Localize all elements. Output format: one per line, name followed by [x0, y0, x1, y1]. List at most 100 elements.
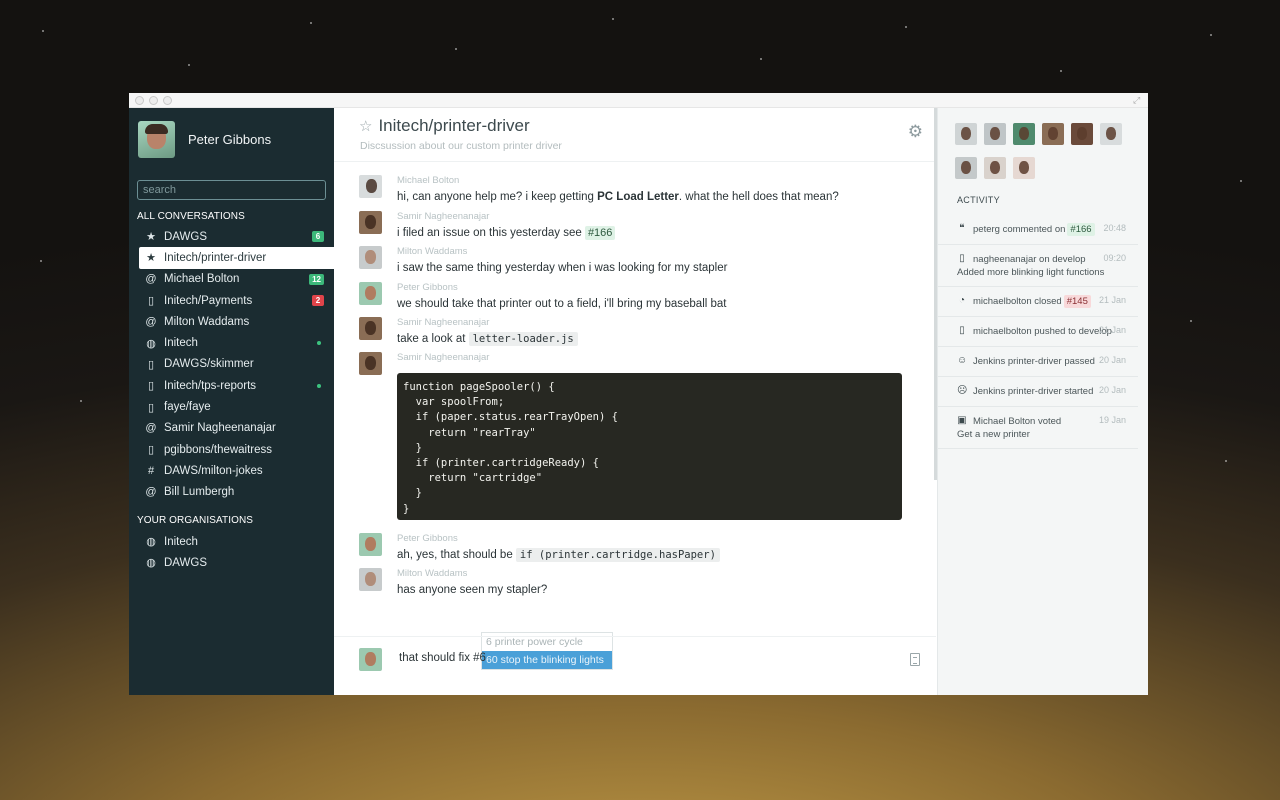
sidebar-item-label: Initech/printer-driver	[164, 251, 267, 264]
message-author[interactable]: Milton Waddams	[397, 246, 727, 258]
message-author[interactable]: Milton Waddams	[397, 568, 547, 580]
activity-text: michaelbolton closed	[973, 295, 1062, 307]
message-body: Peter Gibbons ah, yes, that should be if …	[397, 533, 720, 562]
title-bar: ⤢	[129, 93, 1148, 108]
sidebar-item-samir-nagheenanajar[interactable]: @ Samir Nagheenanajar	[129, 418, 334, 439]
message-avatar[interactable]	[359, 568, 382, 591]
activity-item[interactable]: ◔ michaelbolton closed #145 21 Jan	[938, 287, 1138, 317]
message-body: Samir Nagheenanajar i filed an issue on t…	[397, 211, 616, 240]
hash-icon: #	[147, 464, 155, 477]
user-profile[interactable]: Peter Gibbons	[129, 108, 334, 162]
issue-link[interactable]: #145	[1063, 294, 1091, 308]
message-avatar[interactable]	[359, 246, 382, 269]
member-avatar[interactable]	[1042, 123, 1064, 145]
sidebar-item-label: DAWGS/skimmer	[164, 358, 254, 371]
message-author[interactable]: Peter Gibbons	[397, 533, 720, 545]
sidebar-item-initech[interactable]: ◍ Initech	[129, 531, 334, 552]
member-avatar[interactable]	[984, 156, 1006, 179]
favorite-star-icon[interactable]: ☆	[359, 117, 372, 135]
message-author[interactable]: Michael Bolton	[397, 175, 839, 187]
sidebar-item-initech-printer-driver[interactable]: ★ Initech/printer-driver	[139, 247, 334, 269]
sidebar-item-daws-milton-jokes[interactable]: # DAWS/milton-jokes	[129, 460, 334, 481]
member-avatar[interactable]	[1100, 123, 1122, 145]
message-text-part: . what the hell does that mean?	[678, 191, 839, 203]
message-avatar[interactable]	[359, 352, 382, 375]
sidebar-item-pgibbons-thewaitress[interactable]: ▯ pgibbons/thewaitress	[129, 439, 334, 460]
message-author[interactable]: Samir Nagheenanajar	[397, 211, 615, 223]
member-avatar[interactable]	[984, 123, 1006, 145]
message: Samir Nagheenanajar take a look at letter…	[359, 317, 919, 346]
code-line: }	[403, 487, 422, 500]
issue-link[interactable]: #166	[1067, 222, 1095, 236]
message-avatar[interactable]	[359, 211, 382, 234]
message-body: Milton Waddams has anyone seen my stapler…	[397, 568, 547, 597]
message: Milton Waddams i saw the same thing yeste…	[359, 246, 919, 275]
code-line: if (printer.cartridgeReady) {	[403, 457, 599, 470]
issue-link[interactable]: #166	[584, 226, 616, 240]
sidebar-item-dawgs[interactable]: ★ DAWGS 6	[129, 226, 334, 247]
activity-text: Jenkins printer-driver passed	[973, 355, 1095, 367]
activity-item[interactable]: ❝ peterg commented on #166 20:48	[938, 215, 1138, 245]
markdown-doc-icon[interactable]	[910, 653, 920, 666]
activity-text: Michael Bolton voted	[973, 415, 1062, 427]
settings-gear-icon[interactable]: ⚙	[908, 122, 923, 142]
activity-item[interactable]: ▣ Michael Bolton voted Get a new printer 19…	[938, 407, 1138, 449]
message-author[interactable]: Samir Nagheenanajar	[397, 352, 902, 364]
sidebar-item-initech-tps-reports[interactable]: ▯ Initech/tps-reports	[129, 375, 334, 396]
activity-item[interactable]: ▯ nagheenanajar on develop Added more blin…	[938, 245, 1138, 287]
sidebar-item-faye-faye[interactable]: ▯ faye/faye	[129, 396, 334, 417]
organisations-heading: YOUR ORGANISATIONS	[137, 514, 254, 526]
sidebar-item-label: Initech	[164, 337, 198, 350]
member-avatar[interactable]	[955, 156, 977, 179]
sidebar-item-label: DAWGS	[164, 556, 208, 569]
composer-avatar	[359, 648, 382, 671]
message-composer[interactable]: that should fix #6	[334, 636, 936, 695]
activity-item[interactable]: ☹ Jenkins printer-driver started 20 Jan	[938, 377, 1138, 407]
member-avatar[interactable]	[1013, 123, 1035, 145]
smiley-icon: ☺	[957, 355, 968, 366]
sidebar-item-michael-bolton[interactable]: @ Michael Bolton 12	[129, 269, 334, 290]
right-panel: ACTIVITY ❝ peterg commented on #166 20:48 ▯ n…	[937, 108, 1148, 695]
minimize-window-button[interactable]	[149, 95, 158, 105]
member-avatar[interactable]	[1071, 123, 1093, 145]
member-avatar[interactable]	[1013, 156, 1035, 179]
message-body: Michael Bolton hi, can anyone help me? i …	[397, 175, 839, 204]
zoom-window-button[interactable]	[163, 95, 172, 105]
repo-icon: ▯	[959, 253, 965, 264]
sidebar-item-initech[interactable]: ◍ Initech	[129, 332, 334, 353]
repo-icon: ▯	[147, 401, 155, 414]
org-icon: ◍	[146, 337, 156, 350]
message-avatar[interactable]	[359, 533, 382, 556]
sidebar-item-bill-lumbergh[interactable]: @ Bill Lumbergh	[129, 482, 334, 503]
repo-icon: ▯	[147, 444, 155, 457]
message-avatar[interactable]	[359, 317, 382, 340]
message-avatar[interactable]	[359, 175, 382, 198]
user-avatar	[138, 121, 175, 158]
at-icon: @	[145, 486, 157, 499]
app-window: ⤢ Peter Gibbons ALL CONVERSATIONS ★ DAWGS…	[129, 93, 1148, 695]
org-icon: ◍	[146, 557, 156, 570]
sidebar-item-initech-payments[interactable]: ▯ Initech/Payments 2	[129, 290, 334, 311]
sidebar-item-label: faye/faye	[164, 401, 211, 414]
sidebar-item-dawgs-skimmer[interactable]: ▯ DAWGS/skimmer	[129, 354, 334, 375]
expand-icon[interactable]: ⤢	[1133, 95, 1143, 105]
search-input[interactable]	[137, 180, 326, 200]
message-text: i filed an issue on this yesterday see #…	[397, 226, 616, 240]
message: Michael Bolton hi, can anyone help me? i …	[359, 175, 919, 204]
sidebar-item-dawgs[interactable]: ◍ DAWGS	[129, 552, 334, 573]
repo-icon: ▯	[147, 358, 155, 371]
sidebar-item-milton-waddams[interactable]: @ Milton Waddams	[129, 311, 334, 332]
message-author[interactable]: Peter Gibbons	[397, 282, 727, 294]
close-window-button[interactable]	[135, 95, 144, 105]
member-avatar[interactable]	[955, 123, 977, 145]
composer-input[interactable]: that should fix #6	[399, 652, 486, 664]
issue-closed-icon: ◔	[958, 295, 966, 306]
sidebar-item-label: pgibbons/thewaitress	[164, 443, 273, 456]
message-avatar[interactable]	[359, 282, 382, 305]
activity-item[interactable]: ▯ michaelbolton pushed to develop 21 Jan	[938, 317, 1138, 347]
activity-item[interactable]: ☺ Jenkins printer-driver passed 20 Jan	[938, 347, 1138, 377]
repo-icon: ▯	[147, 295, 155, 308]
message-text: has anyone seen my stapler?	[397, 584, 548, 596]
message-author[interactable]: Samir Nagheenanajar	[397, 317, 578, 329]
user-name: Peter Gibbons	[188, 132, 272, 147]
